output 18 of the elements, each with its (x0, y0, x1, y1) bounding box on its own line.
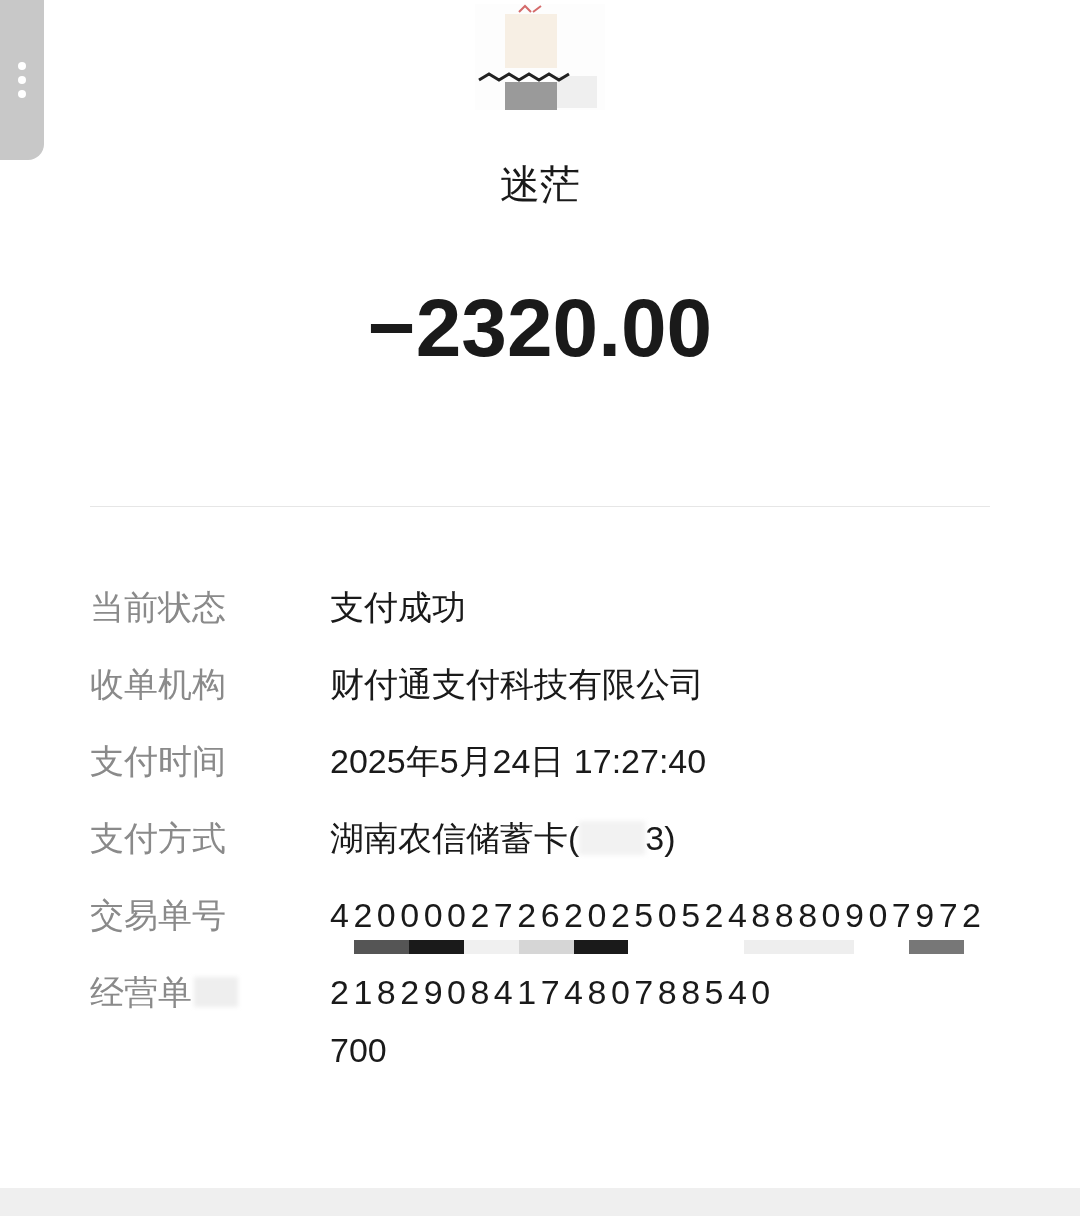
field-label: 经营单 (90, 972, 192, 1013)
field-value: 2025年5月24日 17:27:40 (330, 741, 707, 782)
field-value: 4200002726202505248880907972 (330, 895, 986, 936)
payee-name: 迷茫 (500, 161, 580, 208)
field-label: 收单机构 (90, 664, 226, 705)
field-value: 财付通支付科技有限公司 (330, 664, 704, 705)
field-label: 当前状态 (90, 587, 226, 628)
field-value: 湖南农信储蓄卡( (330, 818, 580, 859)
field-value: 支付成功 (330, 587, 466, 628)
more-icon (17, 60, 27, 100)
field-value: 3) (645, 818, 676, 859)
field-value: 2182908417480788540 (330, 972, 775, 1013)
field-value: 700 (330, 1030, 388, 1071)
side-handle[interactable] (0, 0, 44, 160)
field-label: 交易单号 (90, 895, 226, 936)
amount: −2320.00 (367, 281, 713, 375)
field-label: 支付时间 (90, 741, 226, 782)
field-label: 支付方式 (90, 818, 226, 859)
